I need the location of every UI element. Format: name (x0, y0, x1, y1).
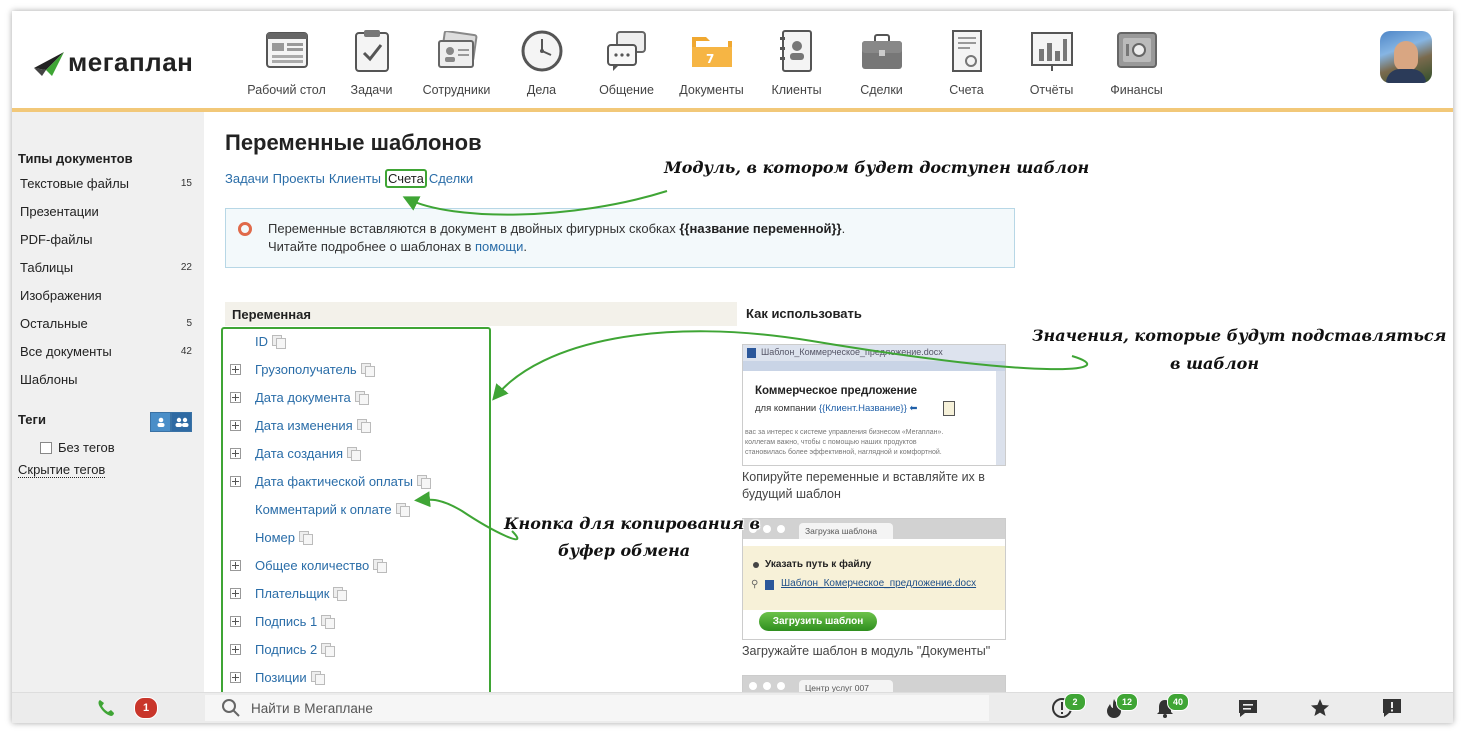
chat-bubbles-icon (605, 29, 649, 73)
bar-chart-icon (1030, 29, 1074, 73)
help-link[interactable]: помощи (475, 239, 523, 254)
module-clients[interactable]: Клиенты (329, 171, 381, 188)
annotation-values-2: в шаблон (1170, 354, 1259, 373)
annotation-copy-2: буфер обмена (558, 541, 691, 560)
sidebar-item-images[interactable]: Изображения (20, 288, 192, 303)
desktop-icon (265, 29, 309, 73)
megaplan-logo[interactable]: мегаплан (32, 47, 193, 78)
sidebar: Типы документов Текстовые файлы 15 Презен… (12, 112, 204, 692)
info-box: Переменные вставляются в документ в двой… (225, 208, 1015, 268)
search-input[interactable]: Найти в Мегаплане (251, 701, 373, 716)
logo-plane-icon (34, 51, 64, 76)
main-content: Переменные шаблонов Задачи Проекты Клиен… (204, 112, 1453, 707)
nav-item-employees[interactable]: Сотрудники (414, 11, 499, 108)
column-header-variable: Переменная (225, 302, 737, 326)
invoice-icon (945, 29, 989, 73)
annotation-module: Модуль, в котором будет доступен шаблон (664, 158, 1090, 177)
phone-icon[interactable] (94, 697, 118, 719)
group-users-icon[interactable] (171, 412, 192, 432)
bell-icon[interactable]: 40 (1153, 693, 1189, 719)
message-icon[interactable] (1236, 697, 1260, 719)
fire-icon[interactable]: 12 (1102, 693, 1138, 719)
column-header-usage: Как использовать (746, 306, 862, 321)
nav-item-chat[interactable]: Общение (584, 11, 669, 108)
nav-item-clients[interactable]: Клиенты (754, 11, 839, 108)
nav-item-invoices[interactable]: Счета (924, 11, 1009, 108)
clock-icon (520, 29, 564, 73)
top-header: мегаплан Рабочий стол Задачи Сотрудники (12, 11, 1453, 112)
logo-text: мегаплан (68, 47, 194, 77)
sidebar-item-templates[interactable]: Шаблоны (20, 372, 192, 387)
nav-item-documents[interactable]: 7 Документы (669, 11, 754, 108)
alerts-icon[interactable]: 2 (1050, 693, 1086, 719)
usage-caption-copy: Копируйте переменные и вставляйте их в б… (742, 470, 985, 501)
single-user-icon[interactable] (150, 412, 171, 432)
search-icon (222, 699, 240, 717)
sidebar-item-presentations[interactable]: Презентации (20, 204, 192, 219)
user-avatar[interactable] (1380, 31, 1432, 83)
sidebar-item-text-files[interactable]: Текстовые файлы 15 (20, 176, 192, 191)
tasks-clipboard-icon (350, 29, 394, 73)
feedback-icon[interactable] (1380, 697, 1404, 719)
safe-icon (1115, 29, 1159, 73)
annotation-copy-1: Кнопка для копирования в (504, 514, 761, 533)
clipboard-icon (943, 401, 955, 416)
module-tasks[interactable]: Задачи (225, 171, 269, 188)
paperclip-icon: ⚲ (751, 579, 759, 590)
briefcase-icon (860, 29, 904, 73)
no-tags-checkbox[interactable]: Без тегов (40, 440, 115, 455)
star-icon[interactable] (1308, 697, 1332, 719)
nav-item-desktop[interactable]: Рабочий стол (244, 11, 329, 108)
folder-icon: 7 (690, 29, 734, 73)
sidebar-item-all-docs[interactable]: Все документы 42 (20, 344, 192, 359)
module-deals[interactable]: Сделки (429, 171, 473, 188)
doc-types-title: Типы документов (18, 151, 133, 166)
module-filter: Задачи Проекты Клиенты Счета Сделки (225, 169, 477, 188)
employees-icon (435, 29, 479, 73)
sidebar-item-other[interactable]: Остальные 5 (20, 316, 192, 331)
svg-text:7: 7 (706, 52, 714, 66)
search-bar[interactable]: Найти в Мегаплане (205, 695, 989, 721)
nav-item-deals[interactable]: Сделки (839, 11, 924, 108)
main-nav: Рабочий стол Задачи Сотрудники Дела Обще… (244, 11, 1179, 108)
app-window: мегаплан Рабочий стол Задачи Сотрудники (12, 11, 1453, 723)
page-title: Переменные шаблонов (225, 130, 482, 155)
contacts-book-icon (775, 29, 819, 73)
checkbox-box[interactable] (40, 441, 52, 454)
module-invoices[interactable]: Счета (384, 169, 427, 188)
tags-title: Теги (18, 412, 46, 427)
nav-item-reports[interactable]: Отчёты (1009, 11, 1094, 108)
nav-item-finance[interactable]: Финансы (1094, 11, 1179, 108)
sidebar-item-pdf[interactable]: PDF-файлы (20, 232, 192, 247)
hide-tags-link[interactable]: Скрытие тегов (18, 462, 106, 478)
lifebuoy-icon (238, 222, 252, 236)
nav-item-tasks[interactable]: Задачи (329, 11, 414, 108)
usage-thumbnail-upload: Загрузка шаблона Указать путь к файлу ⚲ … (742, 518, 1006, 640)
sidebar-item-tables[interactable]: Таблицы 22 (20, 260, 192, 275)
usage-caption-upload: Загружайте шаблон в модуль "Документы" (742, 644, 991, 658)
missed-calls-badge[interactable]: 1 (134, 697, 158, 719)
annotation-values-1: Значения, которые будут подставляться (1032, 326, 1447, 345)
nav-item-affairs[interactable]: Дела (499, 11, 584, 108)
annotation-highlight-box (221, 327, 491, 702)
module-projects[interactable]: Проекты (273, 171, 325, 188)
bottom-bar: 1 Найти в Мегаплане 2 12 40 (12, 692, 1453, 723)
usage-thumbnail-editor: Шаблон_Коммерческое_предложение.docx Ком… (742, 344, 1006, 466)
tag-view-toggle (150, 412, 192, 432)
